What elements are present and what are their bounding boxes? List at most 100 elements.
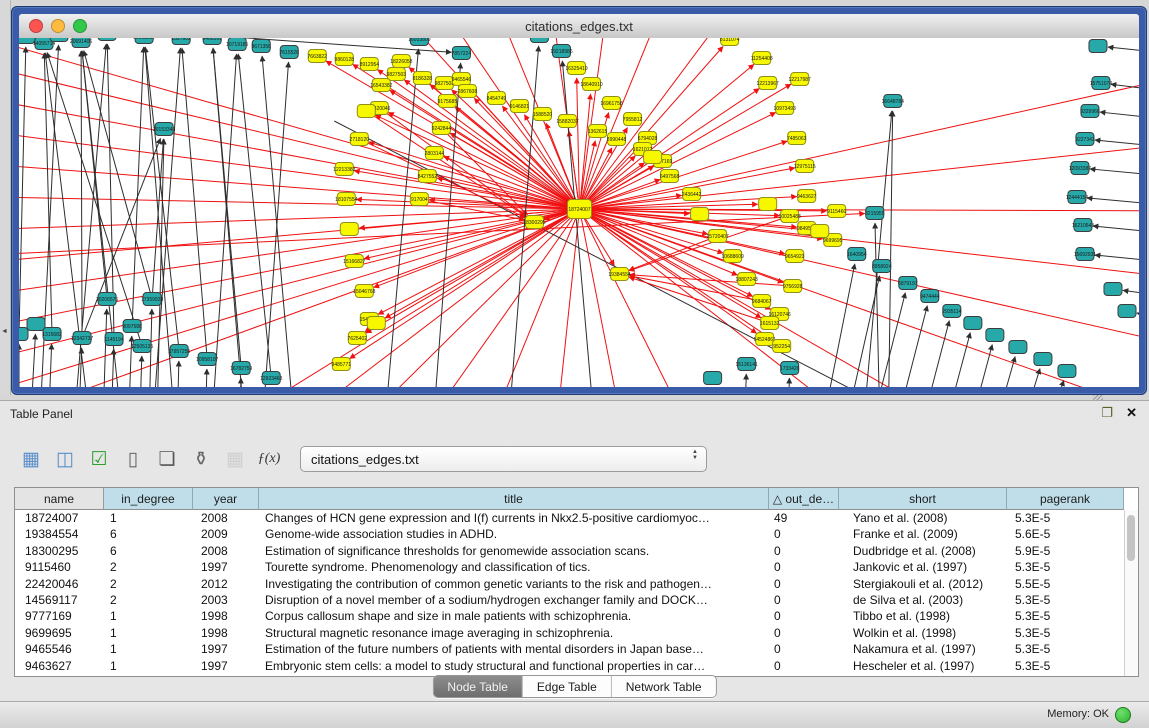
graph-node[interactable] <box>1089 40 1107 53</box>
function-builder-button[interactable]: ƒ(x) <box>252 444 286 474</box>
graph-node[interactable]: 1615132 <box>760 317 780 330</box>
row-height-button[interactable]: ▯ <box>116 444 150 474</box>
graph-node[interactable]: 18724007 <box>567 200 591 219</box>
table-scrollbar[interactable] <box>1124 510 1138 676</box>
column-header-name[interactable]: name <box>15 488 104 510</box>
graph-node[interactable]: 7485063 <box>787 132 807 145</box>
graph-node[interactable]: 6879197 <box>898 277 918 290</box>
graph-edge[interactable] <box>580 209 1139 281</box>
graph-node[interactable]: 7663822 <box>308 50 328 63</box>
table-row[interactable]: 1830029562008Estimation of significance … <box>15 543 1138 559</box>
graph-node[interactable]: 10653287 <box>133 38 155 44</box>
table-row[interactable]: 1872400712008Changes of HCN gene express… <box>15 510 1138 526</box>
graph-edge[interactable] <box>867 306 928 387</box>
graph-node[interactable]: 9242844 <box>432 122 452 135</box>
graph-node[interactable]: 1527602 <box>171 38 191 45</box>
graph-node[interactable]: 20206576 <box>96 293 118 306</box>
graph-node[interactable]: 10719185 <box>226 38 248 51</box>
graph-node[interactable]: 18640910 <box>580 78 602 91</box>
graph-edge[interactable] <box>254 62 288 387</box>
graph-edge[interactable] <box>1095 140 1139 147</box>
graph-node[interactable]: 12093387 <box>1069 162 1091 175</box>
graph-node[interactable]: 19384554 <box>608 268 630 281</box>
column-header-out_de[interactable]: △ out_de… <box>769 488 839 510</box>
graph-node[interactable]: 12213967 <box>757 77 779 90</box>
graph-node[interactable]: 10958107 <box>196 353 218 366</box>
table-row[interactable]: 946554611997Estimation of the future num… <box>15 641 1138 657</box>
graph-node[interactable]: 8215955 <box>865 207 885 220</box>
graph-node[interactable]: 10973493 <box>774 102 796 115</box>
graph-node[interactable] <box>964 317 982 330</box>
graph-node[interactable]: 9654923 <box>785 250 805 263</box>
table-row[interactable]: 2242004622012Investigating the contribut… <box>15 576 1138 592</box>
graph-node[interactable]: 1362615 <box>588 125 608 138</box>
graph-node[interactable]: 16325419 <box>565 62 587 75</box>
graph-node[interactable]: 9115460 <box>827 205 846 218</box>
graph-node[interactable]: 2935114 <box>942 305 961 318</box>
graph-node[interactable]: 12975115 <box>794 160 816 173</box>
graph-node[interactable]: 8186328 <box>413 72 433 85</box>
tab-network-table[interactable]: Network Table <box>612 676 716 697</box>
graph-edge[interactable] <box>1108 47 1139 53</box>
graph-edge[interactable] <box>1137 313 1139 319</box>
graph-node[interactable]: 2867608 <box>458 85 478 98</box>
graph-edge[interactable] <box>785 378 790 387</box>
graph-node[interactable] <box>357 105 375 118</box>
graph-node[interactable] <box>811 225 829 238</box>
graph-node[interactable]: 7615526 <box>280 46 300 59</box>
create-table-button[interactable]: ❏ <box>150 444 184 474</box>
tab-node-table[interactable]: Node Table <box>433 676 523 697</box>
tab-edge-table[interactable]: Edge Table <box>523 676 612 697</box>
graph-edge[interactable] <box>47 53 142 346</box>
graph-edge[interactable] <box>580 209 1139 387</box>
network-graph-svg[interactable]: 1872400776638229860128891295418226058982… <box>19 38 1139 387</box>
graph-node[interactable]: 15136141 <box>736 358 758 371</box>
graph-node[interactable]: 9860128 <box>335 53 355 66</box>
graph-node[interactable]: 9465546 <box>452 73 472 86</box>
graph-node[interactable] <box>340 223 358 236</box>
column-header-year[interactable]: year <box>193 488 259 510</box>
graph-node[interactable]: 9175685 <box>438 95 458 108</box>
graph-edge[interactable] <box>44 344 52 387</box>
graph-node[interactable]: 7625402 <box>348 332 368 345</box>
graph-edge[interactable] <box>1087 198 1139 205</box>
graph-edge[interactable] <box>580 209 1139 351</box>
graph-node[interactable]: 9827503 <box>387 68 407 81</box>
graph-edge[interactable] <box>19 47 26 334</box>
graph-node[interactable]: 16782759 <box>230 362 252 375</box>
graph-node[interactable]: 2718120 <box>350 133 370 146</box>
graph-edge[interactable] <box>424 63 460 387</box>
graph-node[interactable] <box>1034 353 1052 366</box>
graph-node[interactable]: 8990448 <box>607 133 627 146</box>
graph-node[interactable]: 16210643 <box>1072 219 1094 232</box>
graph-node[interactable]: 8131074 <box>720 38 740 46</box>
graph-node[interactable] <box>1058 365 1076 378</box>
graph-node[interactable]: 8813054 <box>530 38 550 43</box>
graph-node[interactable]: 17957255 <box>168 345 190 358</box>
graph-edge[interactable] <box>136 356 142 387</box>
collapse-left-panel-button[interactable]: ◄ <box>1 328 8 335</box>
graph-edge[interactable] <box>741 374 747 387</box>
graph-edge[interactable] <box>19 209 580 371</box>
window-titlebar[interactable]: citations_edges.txt <box>19 14 1139 39</box>
graph-node[interactable]: 15882037 <box>556 115 578 128</box>
graph-edge[interactable] <box>444 157 580 209</box>
graph-node[interactable]: 8454749 <box>487 92 507 105</box>
graph-node[interactable]: 15720407 <box>706 230 728 243</box>
graph-node[interactable] <box>1118 305 1136 318</box>
graph-node[interactable]: 10025488 <box>779 210 801 223</box>
graph-edge[interactable] <box>1090 169 1139 176</box>
graph-node[interactable]: 9671358 <box>251 40 271 53</box>
graph-node[interactable]: 9463627 <box>797 190 817 203</box>
graph-edge[interactable] <box>99 309 107 387</box>
table-scrollbar-thumb[interactable] <box>1127 515 1135 561</box>
table-row[interactable]: 977716911998Corpus callosum shape and si… <box>15 608 1138 624</box>
graph-node[interactable]: 6466161 <box>202 38 222 45</box>
network-canvas[interactable]: 1872400776638229860128891295418226058982… <box>19 38 1139 387</box>
graph-node[interactable]: 16961758 <box>600 97 622 110</box>
graph-node[interactable]: 9485771 <box>332 358 352 371</box>
graph-edge[interactable] <box>19 91 580 209</box>
graph-edge[interactable] <box>1095 255 1139 262</box>
graph-node[interactable]: 11254408 <box>751 52 773 65</box>
graph-node[interactable]: 15751074 <box>1090 77 1112 90</box>
